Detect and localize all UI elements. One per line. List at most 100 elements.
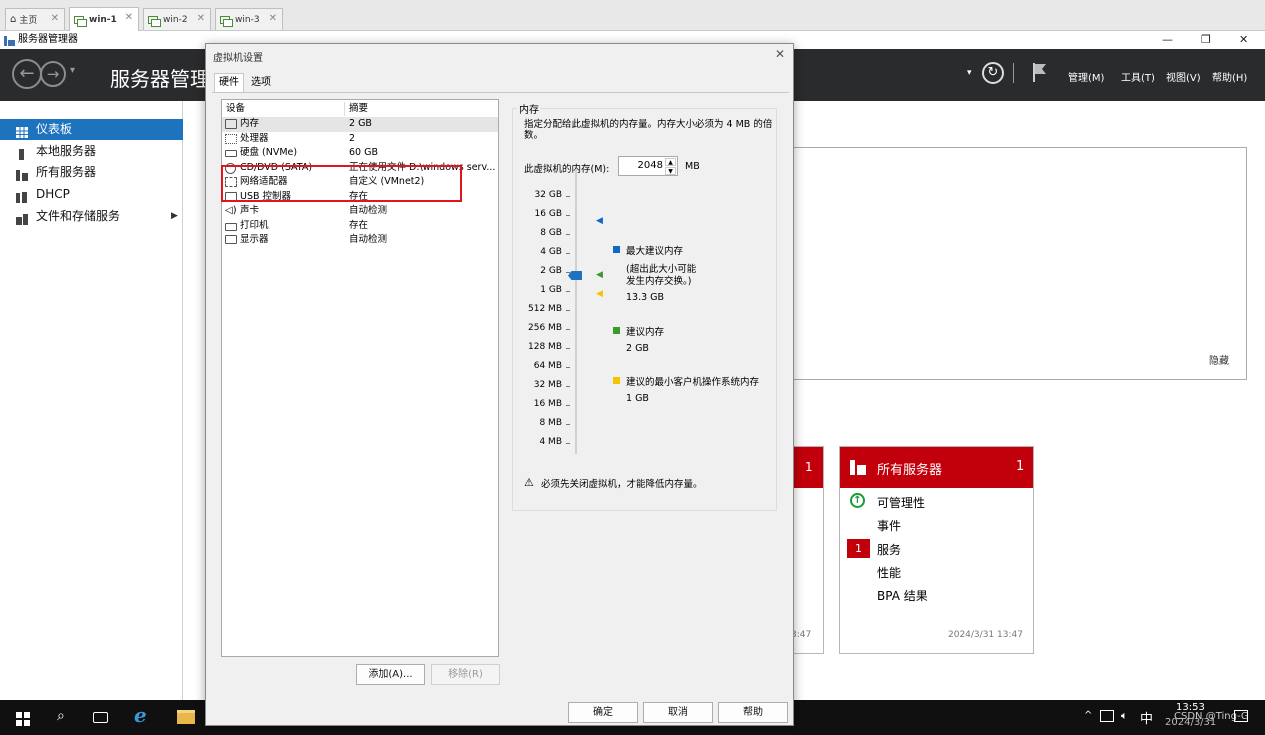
button-label: 添加(A)...: [368, 669, 413, 680]
memory-scale-tick: [566, 386, 570, 387]
back-icon[interactable]: ←: [12, 59, 42, 89]
tile-title: 所有服务器: [877, 463, 943, 478]
sidebar-item-label: DHCP: [36, 187, 70, 201]
tile-item-services[interactable]: 服务: [877, 541, 901, 558]
tab-home[interactable]: ⌂ 主页 ✕: [5, 8, 65, 30]
memory-scale-label: 512 MB: [528, 304, 562, 314]
device-row-memory[interactable]: 内存 2 GB: [222, 117, 498, 132]
restore-icon[interactable]: ❐: [1201, 31, 1211, 49]
device-row-display[interactable]: 显示器 自动检测: [222, 233, 498, 248]
sidebar-item-label: 文件和存储服务: [36, 209, 121, 223]
memory-slider-track[interactable]: [575, 169, 577, 454]
tile-item-manageability[interactable]: 可管理性: [877, 494, 925, 511]
spin-down-icon[interactable]: ▼: [665, 167, 676, 175]
tab-win-3[interactable]: win-3 ✕: [215, 8, 283, 30]
device-row-sound[interactable]: ◁) 声卡 自动检测: [222, 204, 498, 219]
menu-tools[interactable]: 工具(T): [1121, 69, 1155, 84]
menu-view[interactable]: 视图(V): [1166, 69, 1201, 84]
legend-recommended-value: 2 GB: [626, 343, 649, 354]
network-tray-icon[interactable]: [1100, 710, 1114, 722]
windows-start-icon[interactable]: [16, 711, 30, 730]
status-ok-icon: ↑: [850, 493, 865, 508]
task-view-icon[interactable]: [93, 712, 108, 723]
close-icon[interactable]: ✕: [775, 47, 785, 61]
sidebar-item-dashboard[interactable]: 仪表板: [0, 119, 183, 140]
cancel-button[interactable]: 取消: [643, 702, 713, 723]
min-marker-icon: ◀: [596, 289, 603, 299]
sidebar-item-label: 本地服务器: [36, 144, 97, 158]
memory-scale-label: 2 GB: [540, 266, 562, 276]
spin-up-icon[interactable]: ▲: [665, 158, 676, 166]
remove-device-button[interactable]: 移除(R): [431, 664, 500, 685]
tab-win-1[interactable]: win-1 ✕: [69, 7, 139, 31]
device-row-disk[interactable]: 硬盘 (NVMe) 60 GB: [222, 146, 498, 161]
tab-label: win-1: [89, 14, 117, 25]
help-button[interactable]: 帮助: [718, 702, 788, 723]
tab-label: 主页: [19, 16, 38, 26]
memory-scale-label: 256 MB: [528, 323, 562, 333]
sidebar-item-dhcp[interactable]: DHCP: [0, 184, 183, 205]
close-icon[interactable]: ✕: [269, 13, 277, 24]
close-icon[interactable]: ✕: [125, 12, 133, 23]
group-title: 内存: [517, 101, 541, 116]
memory-scale-label: 128 MB: [528, 342, 562, 352]
device-summary: 60 GB: [349, 147, 378, 158]
memory-scale-label: 4 MB: [539, 437, 562, 447]
forward-icon[interactable]: →: [40, 61, 66, 87]
flag-icon[interactable]: [1032, 62, 1048, 86]
memory-scale-label: 1 GB: [540, 285, 562, 295]
tile-item-events[interactable]: 事件: [877, 517, 901, 534]
memory-scale-label: 16 GB: [534, 209, 562, 219]
tab-hardware[interactable]: 硬件: [214, 73, 244, 93]
add-device-button[interactable]: 添加(A)...: [356, 664, 425, 685]
server-tile-all-servers[interactable]: 所有服务器 1 ↑ 可管理性 事件 1 服务 性能 BPA 结果 2024/3/…: [839, 446, 1034, 654]
memory-scale-tick: [566, 234, 570, 235]
legend-max-label: 最大建议内存: [626, 246, 684, 257]
tab-divider: [212, 92, 789, 93]
tile-timestamp: 3:47: [791, 630, 812, 640]
device-summary: 存在: [349, 219, 369, 231]
notification-icon[interactable]: [1234, 710, 1248, 722]
device-row-cpu[interactable]: 处理器 2: [222, 132, 498, 147]
sidebar-item-file-storage[interactable]: 文件和存储服务 ▶: [0, 206, 183, 227]
close-icon[interactable]: ✕: [197, 13, 205, 24]
tab-label: win-3: [235, 14, 260, 25]
ime-indicator[interactable]: 中: [1140, 708, 1153, 727]
dropdown-icon[interactable]: ▾: [967, 68, 972, 78]
history-dropdown-icon[interactable]: ▾: [70, 65, 75, 76]
tile-item-bpa[interactable]: BPA 结果: [877, 587, 928, 604]
hide-link[interactable]: 隐藏: [1209, 352, 1229, 367]
refresh-icon[interactable]: ↻: [982, 62, 1004, 84]
menu-manage[interactable]: 管理(M): [1068, 69, 1104, 84]
ie-icon[interactable]: e: [134, 703, 147, 727]
memory-unit: MB: [685, 161, 700, 172]
memory-scale-label: 4 GB: [540, 247, 562, 257]
server-tile-partial[interactable]: 1 3:47: [791, 446, 824, 654]
chevron-right-icon[interactable]: ▶: [171, 206, 178, 227]
sidebar-item-all-servers[interactable]: 所有服务器: [0, 162, 183, 183]
tab-label: 硬件: [219, 77, 239, 88]
ok-button[interactable]: 确定: [568, 702, 638, 723]
device-row-printer[interactable]: 打印机 存在: [222, 219, 498, 234]
search-icon[interactable]: ⌕: [57, 708, 65, 724]
legend-max-value: 13.3 GB: [626, 292, 665, 303]
status-badge: 1: [847, 539, 870, 558]
sidebar-item-local-server[interactable]: 本地服务器: [0, 141, 183, 162]
close-icon[interactable]: ✕: [51, 13, 59, 24]
menu-help[interactable]: 帮助(H): [1212, 69, 1247, 84]
device-name: 硬盘 (NVMe): [240, 147, 298, 158]
memory-value[interactable]: 2048: [638, 160, 663, 171]
file-explorer-icon[interactable]: [177, 710, 195, 724]
tab-win-2[interactable]: win-2 ✕: [143, 8, 211, 30]
memory-spin-input[interactable]: 2048 ▲ ▼: [618, 156, 678, 176]
servers-icon: [850, 460, 866, 479]
tile-item-performance[interactable]: 性能: [877, 564, 901, 581]
minimize-icon[interactable]: —: [1162, 31, 1173, 49]
close-icon[interactable]: ✕: [1239, 31, 1248, 49]
volume-icon[interactable]: 🔈︎: [1121, 709, 1128, 723]
tile-header: 1: [794, 447, 823, 488]
tab-options[interactable]: 选项: [247, 74, 275, 92]
memory-scale-tick: [566, 405, 570, 406]
recommended-memory-square-icon: [613, 327, 620, 334]
chevron-up-icon[interactable]: ^: [1084, 710, 1092, 721]
